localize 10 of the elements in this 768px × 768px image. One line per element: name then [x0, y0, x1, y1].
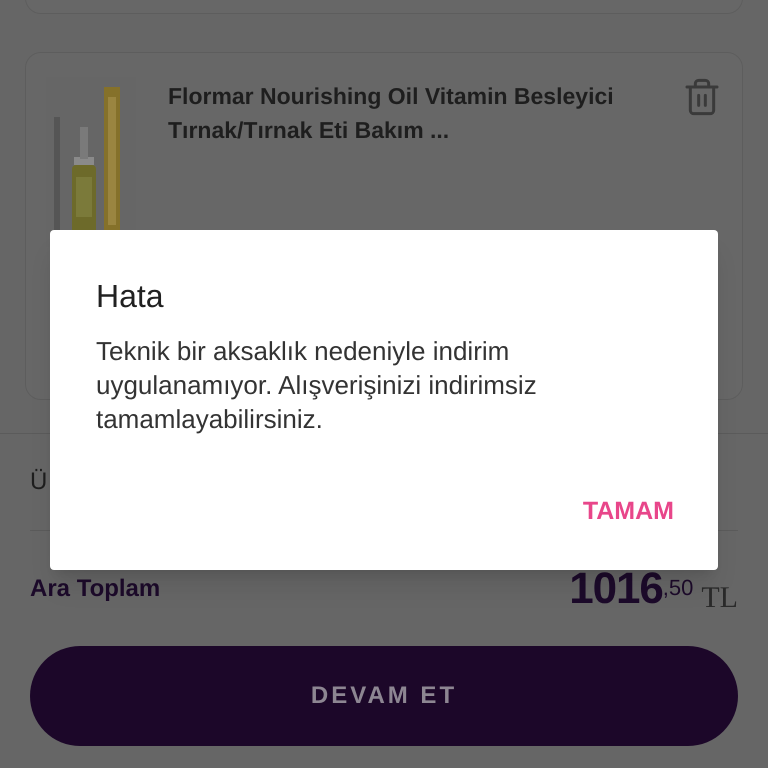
subtotal-amount: 1016 [569, 567, 663, 611]
summary-label: Ü [30, 467, 48, 497]
dialog-message: Teknik bir aksaklık nedeniyle indirim uygulanamıyor. Alışverişinizi indirimsiz tamamlayabilirsiniz. [96, 335, 538, 436]
dialog-title: Hata [96, 277, 165, 316]
subtotal-label: Ara Toplam [30, 574, 160, 604]
ok-button[interactable]: TAMAM [582, 492, 674, 530]
continue-button[interactable]: DEVAM ET [30, 646, 738, 746]
currency-label: TL [701, 580, 738, 616]
subtotal-cents: ,50 [662, 574, 694, 602]
product-title: Flormar Nourishing Oil Vitamin Besleyici Tırnak/Tırnak Eti Bakım ... [168, 82, 615, 145]
